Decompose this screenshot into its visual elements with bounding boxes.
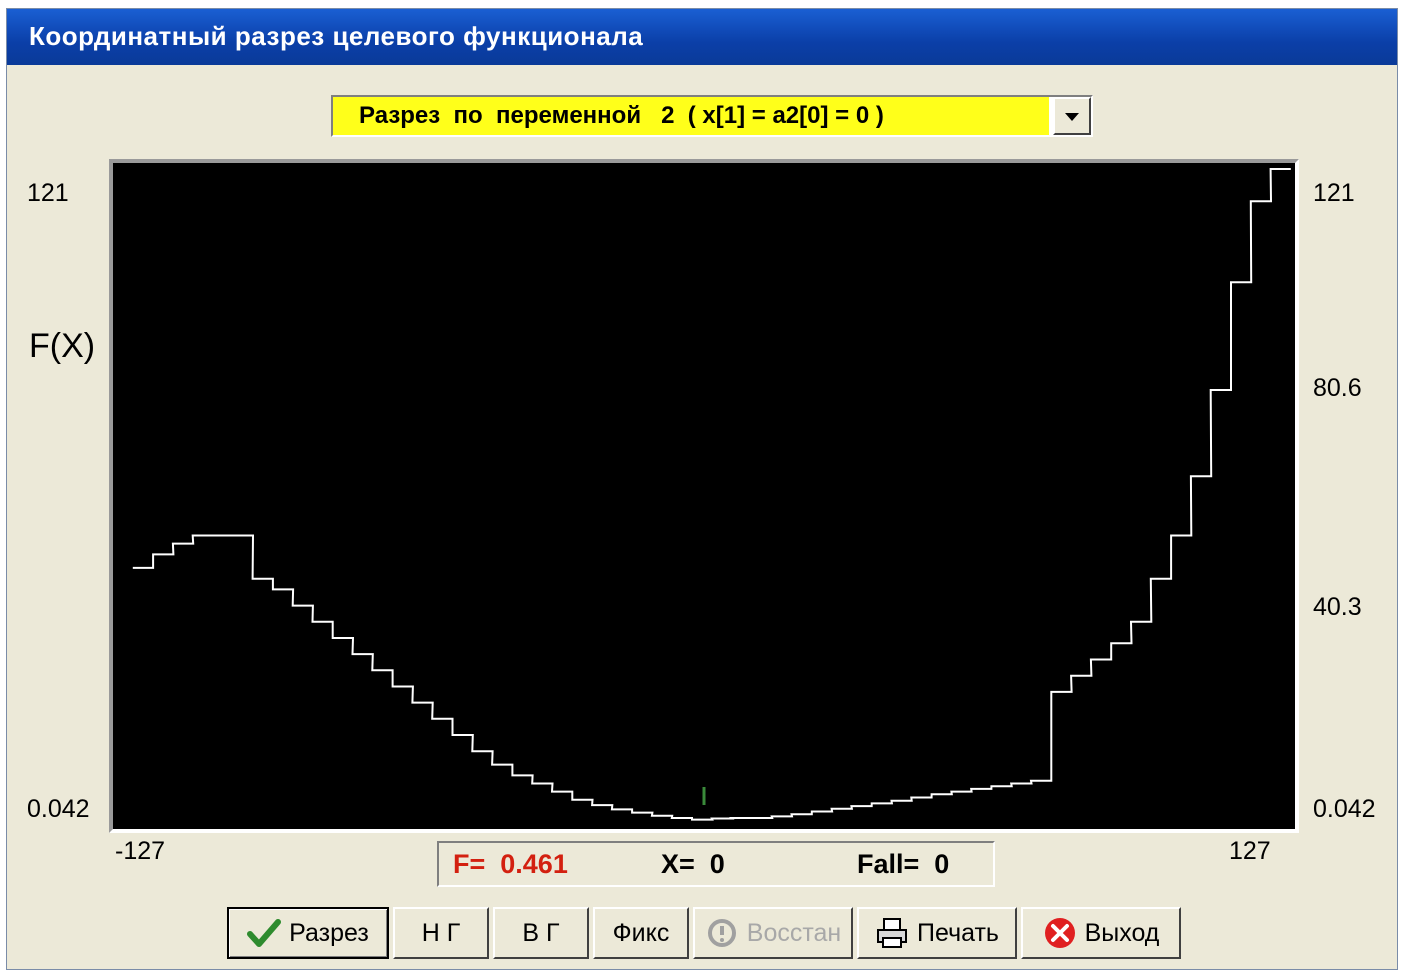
- right-axis-tick-2: 80.6: [1313, 374, 1362, 402]
- fiks-label: Фикс: [612, 918, 670, 947]
- checkmark-icon: [247, 916, 282, 950]
- right-axis-tick-3: 40.3: [1313, 593, 1362, 621]
- x-axis-min: -127: [115, 837, 166, 865]
- exit-button[interactable]: Выход: [1021, 907, 1181, 959]
- vg-label: В Г: [522, 918, 560, 947]
- variable-select-value[interactable]: Разрез по переменной 2 ( x[1] = a2[0] = …: [333, 97, 1049, 135]
- x-value: X= 0: [661, 849, 725, 879]
- close-icon: [1043, 916, 1077, 950]
- status-panel: F= 0.461 X= 0 Fall= 0: [437, 841, 995, 887]
- left-axis-max: 121: [27, 179, 69, 207]
- fall-value: Fall= 0: [857, 849, 950, 879]
- ng-button[interactable]: Н Г: [393, 907, 489, 959]
- right-axis-tick-1: 121: [1313, 179, 1355, 207]
- function-plot: [132, 168, 1291, 821]
- restore-button[interactable]: Восстан: [693, 907, 853, 959]
- print-label: Печать: [917, 918, 999, 947]
- razrez-label: Разрез: [289, 918, 369, 947]
- x-axis-max: 127: [1229, 837, 1271, 865]
- printer-icon: [875, 916, 909, 950]
- exit-label: Выход: [1084, 918, 1160, 947]
- plot-area[interactable]: [109, 159, 1299, 833]
- right-axis-tick-4: 0.042: [1313, 795, 1376, 823]
- f-value: F= 0.461: [453, 849, 568, 879]
- y-axis-label: F(X): [29, 327, 96, 365]
- dropdown-button[interactable]: [1053, 97, 1091, 135]
- razrez-button[interactable]: Разрез: [227, 907, 389, 959]
- button-bar: Разрез Н Г В Г Фикс Восстан Печать Выход: [7, 899, 1397, 971]
- ng-label: Н Г: [421, 918, 461, 947]
- function-curve: [132, 168, 1291, 821]
- dialog-window: Координатный разрез целевого функционала…: [6, 8, 1398, 970]
- variable-select[interactable]: Разрез по переменной 2 ( x[1] = a2[0] = …: [331, 95, 1093, 137]
- chevron-down-icon: [1065, 113, 1079, 121]
- fiks-button[interactable]: Фикс: [593, 907, 689, 959]
- restore-icon: [705, 916, 739, 950]
- vg-button[interactable]: В Г: [493, 907, 589, 959]
- restore-label: Восстан: [746, 918, 842, 947]
- window-title: Координатный разрез целевого функционала: [29, 21, 644, 51]
- left-axis-min: 0.042: [27, 795, 90, 823]
- title-bar[interactable]: Координатный разрез целевого функционала: [7, 9, 1397, 65]
- print-button[interactable]: Печать: [857, 907, 1017, 959]
